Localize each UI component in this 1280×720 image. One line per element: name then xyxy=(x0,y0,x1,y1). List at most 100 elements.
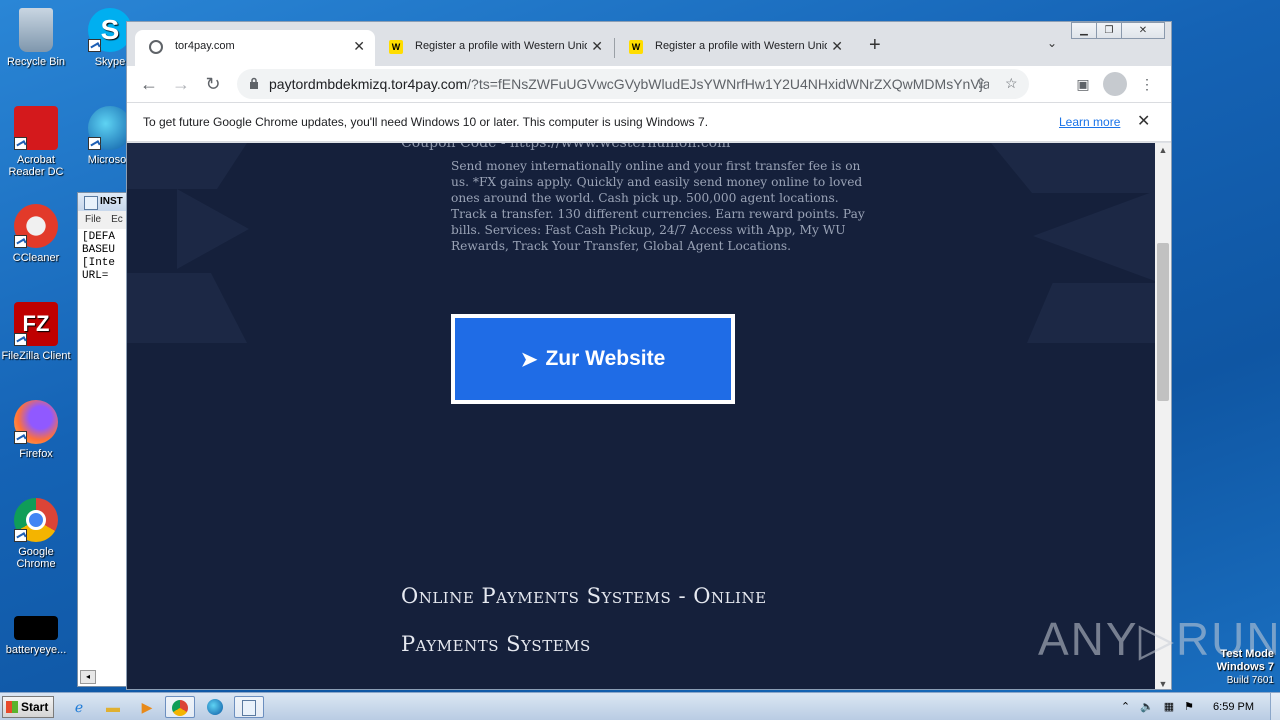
tab-search-button[interactable]: ⌄ xyxy=(1047,36,1057,50)
tab-tor4pay[interactable]: tor4pay.com ✕ xyxy=(135,30,375,66)
filezilla-icon: FZ xyxy=(14,302,58,346)
cta-label: Zur Website xyxy=(545,347,666,370)
arrow-icon: ➤ xyxy=(520,348,538,371)
western-union-icon: W xyxy=(629,40,643,54)
notepad-icon xyxy=(242,700,256,716)
background-shape xyxy=(177,189,249,269)
menu-file[interactable]: File xyxy=(85,214,101,225)
desktop-icon-label: Skype xyxy=(94,56,126,68)
back-button[interactable]: ← xyxy=(137,72,161,96)
tray-expand-icon[interactable]: ⌃ xyxy=(1121,700,1130,713)
learn-more-link[interactable]: Learn more xyxy=(1059,103,1120,141)
background-shape xyxy=(127,143,247,189)
close-icon[interactable]: ✕ xyxy=(353,30,365,62)
close-icon[interactable]: ✕ xyxy=(1137,103,1150,141)
edge-icon xyxy=(207,699,223,715)
address-bar[interactable]: paytordmbdekmizq.tor4pay.com/?ts=fENsZWF… xyxy=(237,69,1029,99)
test-mode-label: Test Mode Windows 7 Build 7601 xyxy=(1217,648,1274,687)
page-heading-line2: Payments Systems xyxy=(401,632,591,656)
url-path: /?ts=fENsZWFuUGVwcGVybWludEJsYWNrfHw1Y2U… xyxy=(467,76,989,92)
forward-button[interactable]: → xyxy=(169,72,193,96)
background-shape xyxy=(991,143,1155,193)
url-text: paytordmbdekmizq.tor4pay.com/?ts=fENsZWF… xyxy=(269,69,989,99)
tab-strip: tor4pay.com ✕ W Register a profile with … xyxy=(127,22,1171,66)
text-line: [Inte xyxy=(82,257,116,269)
acrobat-icon xyxy=(14,106,58,150)
close-window-button[interactable]: ✕ xyxy=(1121,22,1165,39)
taskbar-notepad-icon[interactable] xyxy=(234,696,264,718)
new-tab-button[interactable]: + xyxy=(869,34,881,57)
start-button[interactable]: Start xyxy=(2,696,54,718)
page-content: Coupon Code - https://www.westernunion.c… xyxy=(127,143,1155,689)
url-host: paytordmbdekmizq.tor4pay.com xyxy=(269,76,468,92)
coupon-code-text: Coupon Code - https://www.westernunion.c… xyxy=(401,143,731,151)
description-text: Send money internationally online and yo… xyxy=(451,159,865,253)
background-shape xyxy=(127,273,247,343)
show-desktop-button[interactable] xyxy=(1270,693,1280,720)
network-icon[interactable]: ▦ xyxy=(1164,700,1174,713)
restore-button[interactable]: ❐ xyxy=(1096,22,1122,39)
tab-western-union-2[interactable]: W Register a profile with Western Unio ✕ xyxy=(615,30,853,66)
volume-icon[interactable]: 🔈 xyxy=(1140,700,1154,713)
bookmark-star-icon[interactable]: ☆ xyxy=(1005,75,1018,92)
taskbar-media-player-icon[interactable]: ▶ xyxy=(132,696,162,718)
desktop-icon-label: Recycle Bin xyxy=(6,56,66,68)
update-infobar: To get future Google Chrome updates, you… xyxy=(127,102,1171,142)
desktop-icon-ccleaner[interactable]: CCleaner xyxy=(0,204,72,264)
browser-window: tor4pay.com ✕ W Register a profile with … xyxy=(126,21,1172,690)
desktop-icon-label: CCleaner xyxy=(12,252,60,264)
taskbar-explorer-icon[interactable]: ▬ xyxy=(98,696,128,718)
share-icon[interactable]: ⇪ xyxy=(975,75,987,92)
zur-website-button[interactable]: ➤ Zur Website xyxy=(451,314,735,404)
close-icon[interactable]: ✕ xyxy=(831,30,843,62)
tab-title: tor4pay.com xyxy=(175,40,235,52)
text-line: BASEU xyxy=(82,244,116,256)
page-heading-line1: Online Payments Systems - Online xyxy=(401,584,767,608)
clock[interactable]: 6:59 PM xyxy=(1213,701,1254,713)
browser-toolbar: ← → ↻ paytordmbdekmizq.tor4pay.com/?ts=f… xyxy=(127,66,1171,102)
test-mode-line: Test Mode xyxy=(1220,648,1274,660)
system-tray: ⌃ 🔈 ▦ ⚑ 6:59 PM xyxy=(1116,693,1280,720)
scroll-left-arrow[interactable]: ◂ xyxy=(80,670,96,684)
desktop-icon-label: FileZilla Client xyxy=(1,350,71,362)
menu-kebab-icon[interactable]: ⋮ xyxy=(1135,72,1159,96)
scroll-up-arrow[interactable]: ▲ xyxy=(1155,145,1171,155)
taskbar: Start ℯ ▬ ▶ ⌃ 🔈 ▦ ⚑ 6:59 PM xyxy=(0,692,1280,720)
cta-inner: ➤ Zur Website xyxy=(455,318,731,400)
profile-avatar-icon[interactable] xyxy=(1103,72,1127,96)
desktop-icon-label: Google Chrome xyxy=(16,546,56,570)
side-panel-icon[interactable]: ▣ xyxy=(1071,72,1095,96)
desktop-icon-label: Acrobat Reader DC xyxy=(8,154,64,178)
desktop-icon-filezilla[interactable]: FZ FileZilla Client xyxy=(0,302,72,362)
desktop-icon-chrome[interactable]: Google Chrome xyxy=(0,498,72,570)
desktop-icon-label: Firefox xyxy=(19,448,53,460)
scroll-thumb[interactable] xyxy=(1157,243,1169,401)
background-shape xyxy=(1027,283,1155,343)
start-label: Start xyxy=(21,700,49,714)
lock-icon xyxy=(250,77,258,89)
close-icon[interactable]: ✕ xyxy=(591,30,603,62)
test-mode-line: Windows 7 xyxy=(1216,661,1274,673)
desktop-icon-firefox[interactable]: Firefox xyxy=(0,400,72,460)
desktop-icon-acrobat[interactable]: Acrobat Reader DC xyxy=(0,106,72,178)
taskbar-chrome-icon[interactable] xyxy=(165,696,195,718)
windows-flag-icon xyxy=(6,701,18,713)
tab-title: Register a profile with Western Unio xyxy=(415,40,587,52)
firefox-icon xyxy=(14,400,58,444)
recycle-bin-icon xyxy=(19,8,53,52)
infobar-message: To get future Google Chrome updates, you… xyxy=(143,115,709,129)
battery-icon xyxy=(14,616,58,640)
tab-western-union-1[interactable]: W Register a profile with Western Unio ✕ xyxy=(375,30,613,66)
menu-edit[interactable]: Ec xyxy=(111,214,123,225)
reload-button[interactable]: ↻ xyxy=(201,72,225,96)
desktop-icon-recycle-bin[interactable]: Recycle Bin xyxy=(0,8,72,68)
scroll-down-arrow[interactable]: ▼ xyxy=(1155,679,1171,689)
desktop-icon-batteryeye[interactable]: batteryeye... xyxy=(0,616,72,656)
taskbar-ie-icon[interactable]: ℯ xyxy=(64,696,94,718)
action-center-flag-icon[interactable]: ⚑ xyxy=(1184,700,1194,713)
text-line: [DEFA xyxy=(82,231,116,243)
taskbar-edge-icon[interactable] xyxy=(200,696,230,718)
chrome-icon xyxy=(14,498,58,542)
minimize-button[interactable]: ▁ xyxy=(1071,22,1097,39)
page-scrollbar[interactable]: ▲ ▼ xyxy=(1155,143,1171,689)
